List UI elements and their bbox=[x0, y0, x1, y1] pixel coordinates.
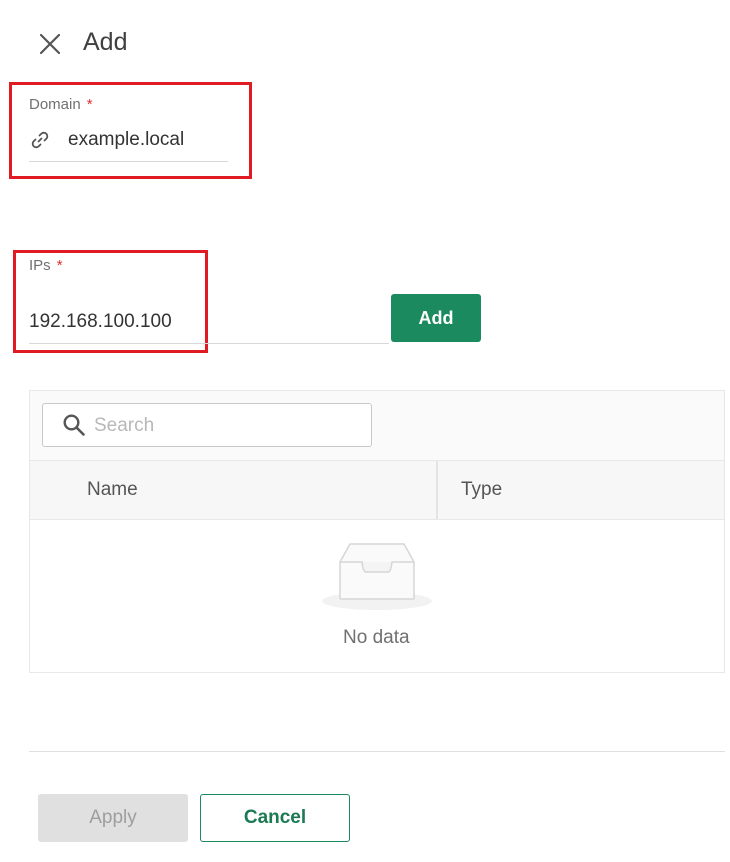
ips-label-text: IPs bbox=[29, 257, 51, 274]
domain-field[interactable]: example.local bbox=[68, 129, 184, 151]
search-input[interactable] bbox=[92, 406, 366, 446]
domain-field-label: Domain * bbox=[29, 96, 93, 113]
empty-inbox-icon bbox=[320, 540, 434, 612]
dialog-title: Add bbox=[83, 28, 128, 56]
column-header-type[interactable]: Type bbox=[461, 479, 502, 501]
domain-label-text: Domain bbox=[29, 96, 81, 113]
required-mark: * bbox=[56, 257, 63, 274]
close-button[interactable] bbox=[34, 30, 66, 58]
link-icon bbox=[30, 130, 50, 150]
ips-field-label: IPs * bbox=[29, 257, 63, 274]
cancel-button[interactable]: Cancel bbox=[200, 794, 350, 842]
empty-state-text: No data bbox=[343, 627, 410, 648]
add-ip-button[interactable]: Add bbox=[391, 294, 481, 342]
search-icon bbox=[62, 413, 86, 437]
apply-button[interactable]: Apply bbox=[38, 794, 188, 842]
footer-divider bbox=[29, 751, 725, 752]
ips-field-underline bbox=[29, 343, 389, 344]
ips-field[interactable]: 192.168.100.100 bbox=[29, 311, 172, 333]
close-icon bbox=[39, 33, 61, 55]
column-resize-handle[interactable] bbox=[436, 461, 438, 519]
column-header-name[interactable]: Name bbox=[87, 479, 138, 501]
domain-field-underline bbox=[29, 161, 228, 162]
required-mark: * bbox=[86, 96, 93, 113]
